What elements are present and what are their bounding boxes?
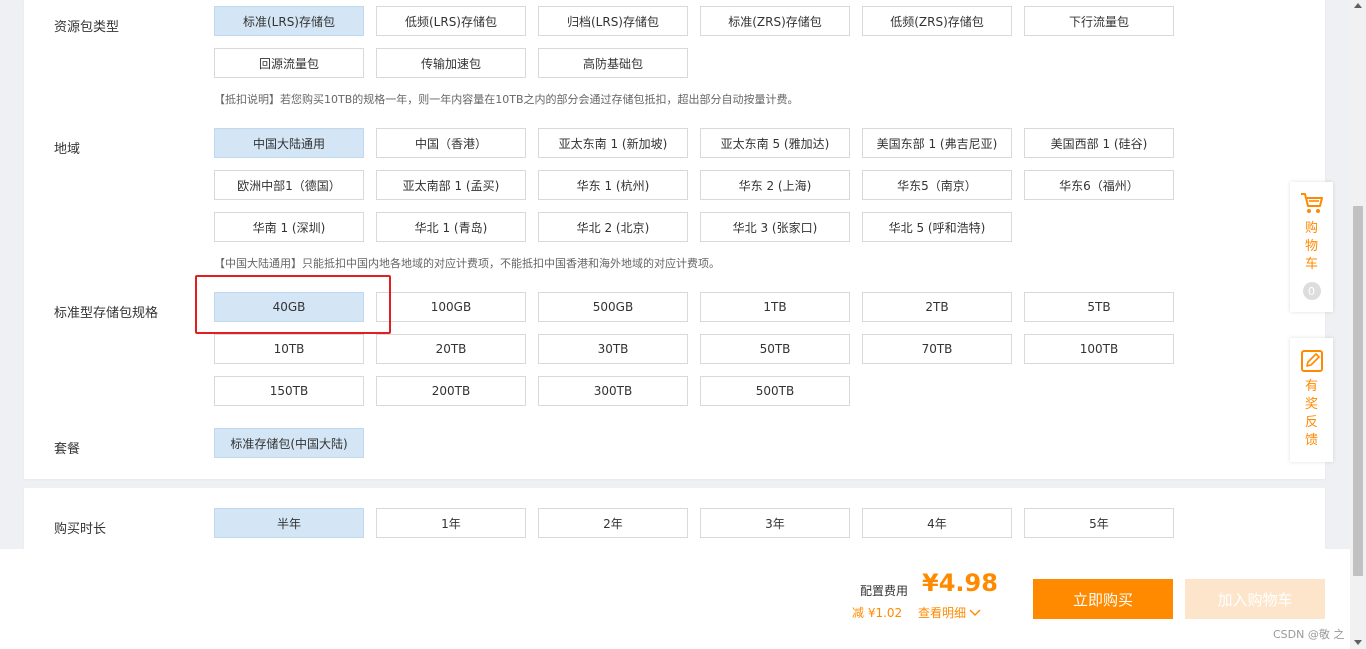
spec-option[interactable]: 20TB <box>376 334 526 364</box>
spec-option[interactable]: 1TB <box>700 292 850 322</box>
region-option[interactable]: 华东 2 (上海) <box>700 170 850 200</box>
scroll-down-icon[interactable] <box>1354 640 1362 645</box>
discount-text: 减 ¥1.02 <box>852 606 903 620</box>
duration-option[interactable]: 半年 <box>214 508 364 538</box>
region-option[interactable]: 中国大陆通用 <box>214 128 364 158</box>
resource-type-label: 资源包类型 <box>54 20 120 35</box>
spec-option[interactable]: 150TB <box>214 376 364 406</box>
resource-type-option[interactable]: 低频(LRS)存储包 <box>376 6 526 36</box>
resource-type-option[interactable]: 高防基础包 <box>538 48 688 78</box>
cart-label: 购物车 <box>1304 221 1318 272</box>
feedback-label: 有奖反馈 <box>1304 379 1318 448</box>
duration-panel: 购买时长 半年 1年 2年 3年 4年 5年 <box>24 488 1325 558</box>
add-to-cart-button[interactable]: 加入购物车 <box>1185 579 1325 619</box>
region-option[interactable]: 华北 2 (北京) <box>538 212 688 242</box>
region-option[interactable]: 华东6（福州） <box>1024 170 1174 200</box>
region-option[interactable]: 华北 3 (张家口) <box>700 212 850 242</box>
spec-option[interactable]: 100GB <box>376 292 526 322</box>
spec-option[interactable]: 10TB <box>214 334 364 364</box>
package-option[interactable]: 标准存储包(中国大陆) <box>214 428 364 458</box>
duration-option[interactable]: 1年 <box>376 508 526 538</box>
scroll-up-icon[interactable] <box>1354 3 1362 8</box>
region-option[interactable]: 中国（香港） <box>376 128 526 158</box>
package-label: 套餐 <box>54 442 81 457</box>
region-option[interactable]: 美国东部 1 (弗吉尼亚) <box>862 128 1012 158</box>
spec-option[interactable]: 500GB <box>538 292 688 322</box>
resource-type-option[interactable]: 标准(ZRS)存储包 <box>700 6 850 36</box>
scroll-thumb[interactable] <box>1353 206 1363 576</box>
watermark: CSDN @敬 之 <box>1273 628 1345 641</box>
cart-widget[interactable]: 购物车 0 <box>1290 182 1333 312</box>
vertical-scrollbar[interactable] <box>1350 0 1366 649</box>
spec-option[interactable]: 30TB <box>538 334 688 364</box>
region-option[interactable]: 华北 5 (呼和浩特) <box>862 212 1012 242</box>
spec-option[interactable]: 100TB <box>1024 334 1174 364</box>
feedback-widget[interactable]: 有奖反馈 <box>1290 338 1333 462</box>
purchase-footer: 配置费用 ¥4.98 减 ¥1.02 查看明细 立即购买 加入购物车 CSDN … <box>0 549 1350 649</box>
spec-option[interactable]: 2TB <box>862 292 1012 322</box>
edit-icon <box>1300 350 1323 372</box>
region-option[interactable]: 华东5（南京） <box>862 170 1012 200</box>
region-option[interactable]: 华北 1 (青岛) <box>376 212 526 242</box>
resource-type-option[interactable]: 标准(LRS)存储包 <box>214 6 364 36</box>
deduction-note: 【抵扣说明】若您购买10TB的规格一年，则一年内容量在10TB之内的部分会通过存… <box>214 93 799 106</box>
spec-option[interactable]: 70TB <box>862 334 1012 364</box>
resource-type-option[interactable]: 传输加速包 <box>376 48 526 78</box>
region-option[interactable]: 亚太东南 1 (新加坡) <box>538 128 688 158</box>
fee-label: 配置费用 <box>860 584 909 598</box>
duration-option[interactable]: 4年 <box>862 508 1012 538</box>
spec-option[interactable]: 50TB <box>700 334 850 364</box>
duration-option[interactable]: 3年 <box>700 508 850 538</box>
resource-type-option[interactable]: 下行流量包 <box>1024 6 1174 36</box>
config-panel: 资源包类型 标准(LRS)存储包 低频(LRS)存储包 归档(LRS)存储包 标准(Z… <box>24 0 1325 479</box>
region-option[interactable]: 美国西部 1 (硅谷) <box>1024 128 1174 158</box>
resource-type-option[interactable]: 低频(ZRS)存储包 <box>862 6 1012 36</box>
region-option[interactable]: 亚太东南 5 (雅加达) <box>700 128 850 158</box>
buy-now-button[interactable]: 立即购买 <box>1033 579 1173 619</box>
resource-type-option[interactable]: 回源流量包 <box>214 48 364 78</box>
spec-label: 标准型存储包规格 <box>54 306 159 321</box>
shopping-cart-icon <box>1300 193 1323 213</box>
region-option[interactable]: 欧洲中部1（德国） <box>214 170 364 200</box>
resource-type-option[interactable]: 归档(LRS)存储包 <box>538 6 688 36</box>
highlight-annotation <box>195 275 391 334</box>
duration-option[interactable]: 5年 <box>1024 508 1174 538</box>
spec-option[interactable]: 5TB <box>1024 292 1174 322</box>
duration-label: 购买时长 <box>54 522 107 537</box>
spec-option[interactable]: 200TB <box>376 376 526 406</box>
region-option[interactable]: 华南 1 (深圳) <box>214 212 364 242</box>
price: ¥4.98 <box>922 569 998 597</box>
cart-count-badge: 0 <box>1302 282 1321 300</box>
spec-option[interactable]: 300TB <box>538 376 688 406</box>
duration-option[interactable]: 2年 <box>538 508 688 538</box>
region-option[interactable]: 华东 1 (杭州) <box>538 170 688 200</box>
region-label: 地域 <box>54 142 81 157</box>
region-note: 【中国大陆通用】只能抵扣中国内地各地域的对应计费项，不能抵扣中国香港和海外地域的… <box>214 257 720 270</box>
view-details-link[interactable]: 查看明细 <box>918 604 981 621</box>
chevron-down-icon <box>969 609 981 616</box>
region-option[interactable]: 亚太南部 1 (孟买) <box>376 170 526 200</box>
spec-option[interactable]: 500TB <box>700 376 850 406</box>
view-details-label: 查看明细 <box>918 606 967 620</box>
